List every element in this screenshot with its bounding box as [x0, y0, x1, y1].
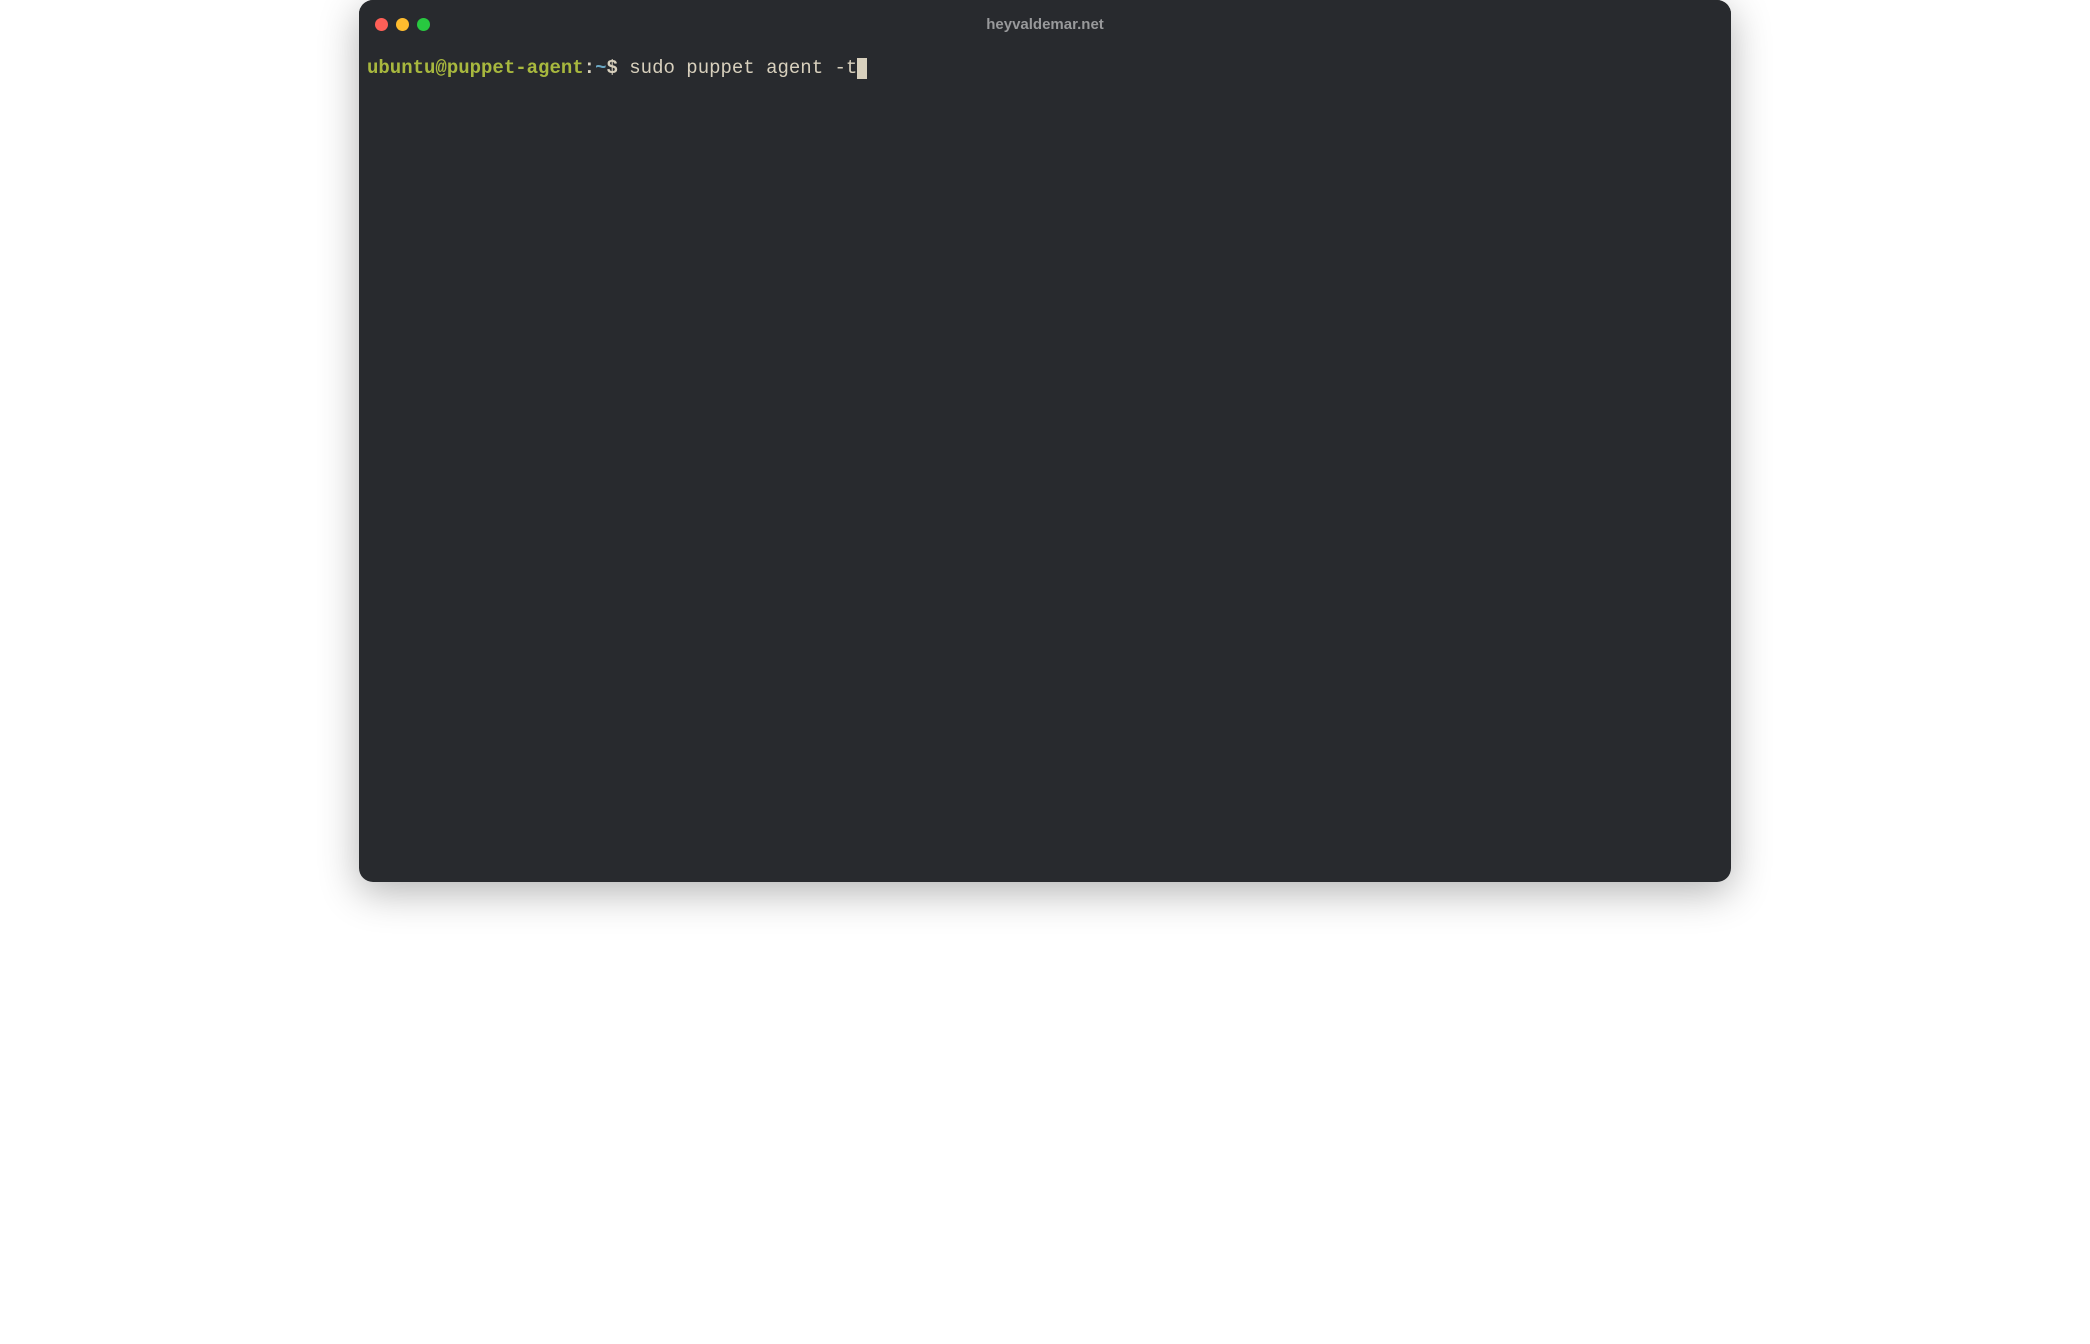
close-button[interactable]: [375, 18, 388, 31]
prompt-line: ubuntu@puppet-agent:~$ sudo puppet agent…: [367, 56, 1723, 81]
prompt-at: @: [435, 56, 446, 81]
minimize-button[interactable]: [396, 18, 409, 31]
prompt-user: ubuntu: [367, 56, 435, 81]
command-input[interactable]: sudo puppet agent -t: [629, 56, 857, 81]
cursor-icon: [857, 58, 867, 79]
prompt-host: puppet-agent: [447, 56, 584, 81]
terminal-window: heyvaldemar.net ubuntu@puppet-agent:~$ s…: [359, 0, 1731, 882]
prompt-colon: :: [584, 56, 595, 81]
terminal-body[interactable]: ubuntu@puppet-agent:~$ sudo puppet agent…: [359, 48, 1731, 882]
prompt-path: ~: [595, 56, 606, 81]
window-title: heyvaldemar.net: [986, 16, 1104, 33]
maximize-button[interactable]: [417, 18, 430, 31]
prompt-symbol: $: [606, 56, 617, 81]
window-controls: [375, 18, 430, 31]
title-bar: heyvaldemar.net: [359, 0, 1731, 48]
command-text: [618, 56, 629, 81]
